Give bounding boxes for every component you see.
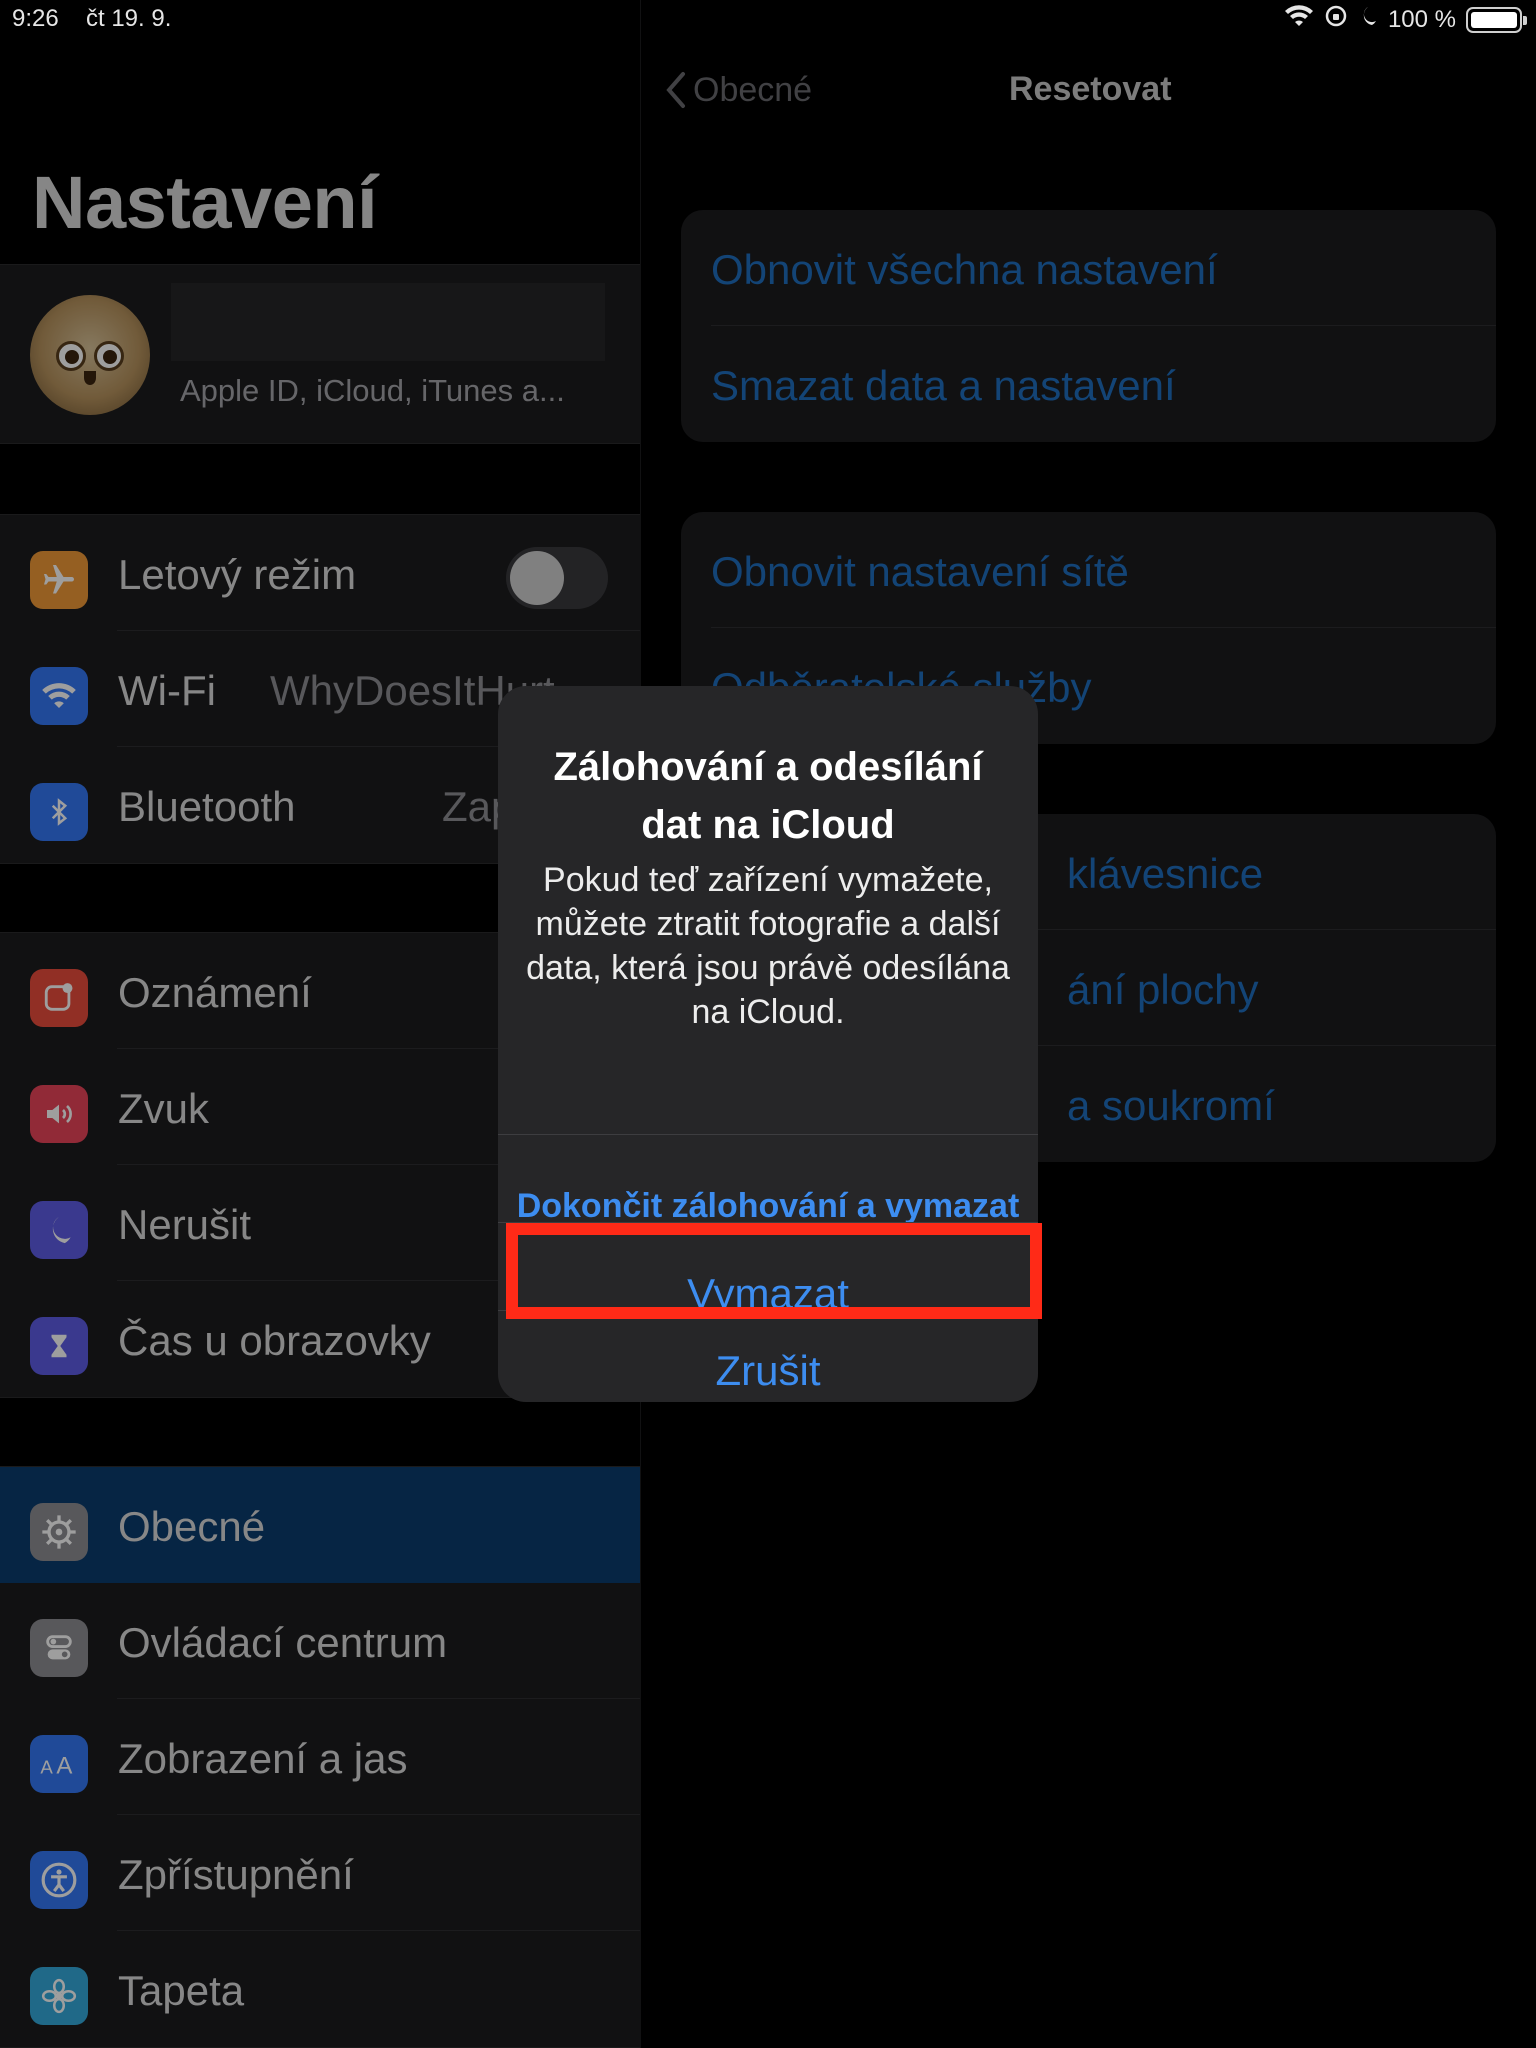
status-time: 9:26: [12, 5, 59, 32]
finish-backup-erase-button[interactable]: Dokončit zálohování a vymazat: [498, 1162, 1038, 1250]
rotation-lock-icon: [1324, 4, 1348, 35]
alert-divider: [498, 1222, 1038, 1223]
wifi-signal-icon: [1284, 4, 1314, 35]
alert-divider: [498, 1134, 1038, 1135]
battery-icon: [1466, 6, 1527, 33]
erase-button[interactable]: Vymazat: [498, 1250, 1038, 1338]
cancel-button[interactable]: Zrušit: [498, 1338, 1038, 1402]
status-date: čt 19. 9.: [86, 5, 172, 32]
status-indicators: 100 %: [1284, 4, 1527, 35]
moon-status-icon: [1358, 5, 1378, 34]
alert-message: Pokud teď zařízení vymažete, můžete ztra…: [526, 861, 1010, 1031]
icloud-backup-alert: Zálohování a odesílání dat na iCloud Pok…: [498, 686, 1038, 1402]
status-bar: 9:26 čt 19. 9. 100 %: [0, 0, 1536, 40]
settings-screen: 9:26 čt 19. 9. 100 % Nastavení Apple ID,…: [0, 0, 1536, 2048]
battery-percent: 100 %: [1387, 5, 1456, 33]
alert-divider: [498, 1310, 1038, 1311]
alert-title: Zálohování a odesílání dat na iCloud: [553, 745, 983, 847]
